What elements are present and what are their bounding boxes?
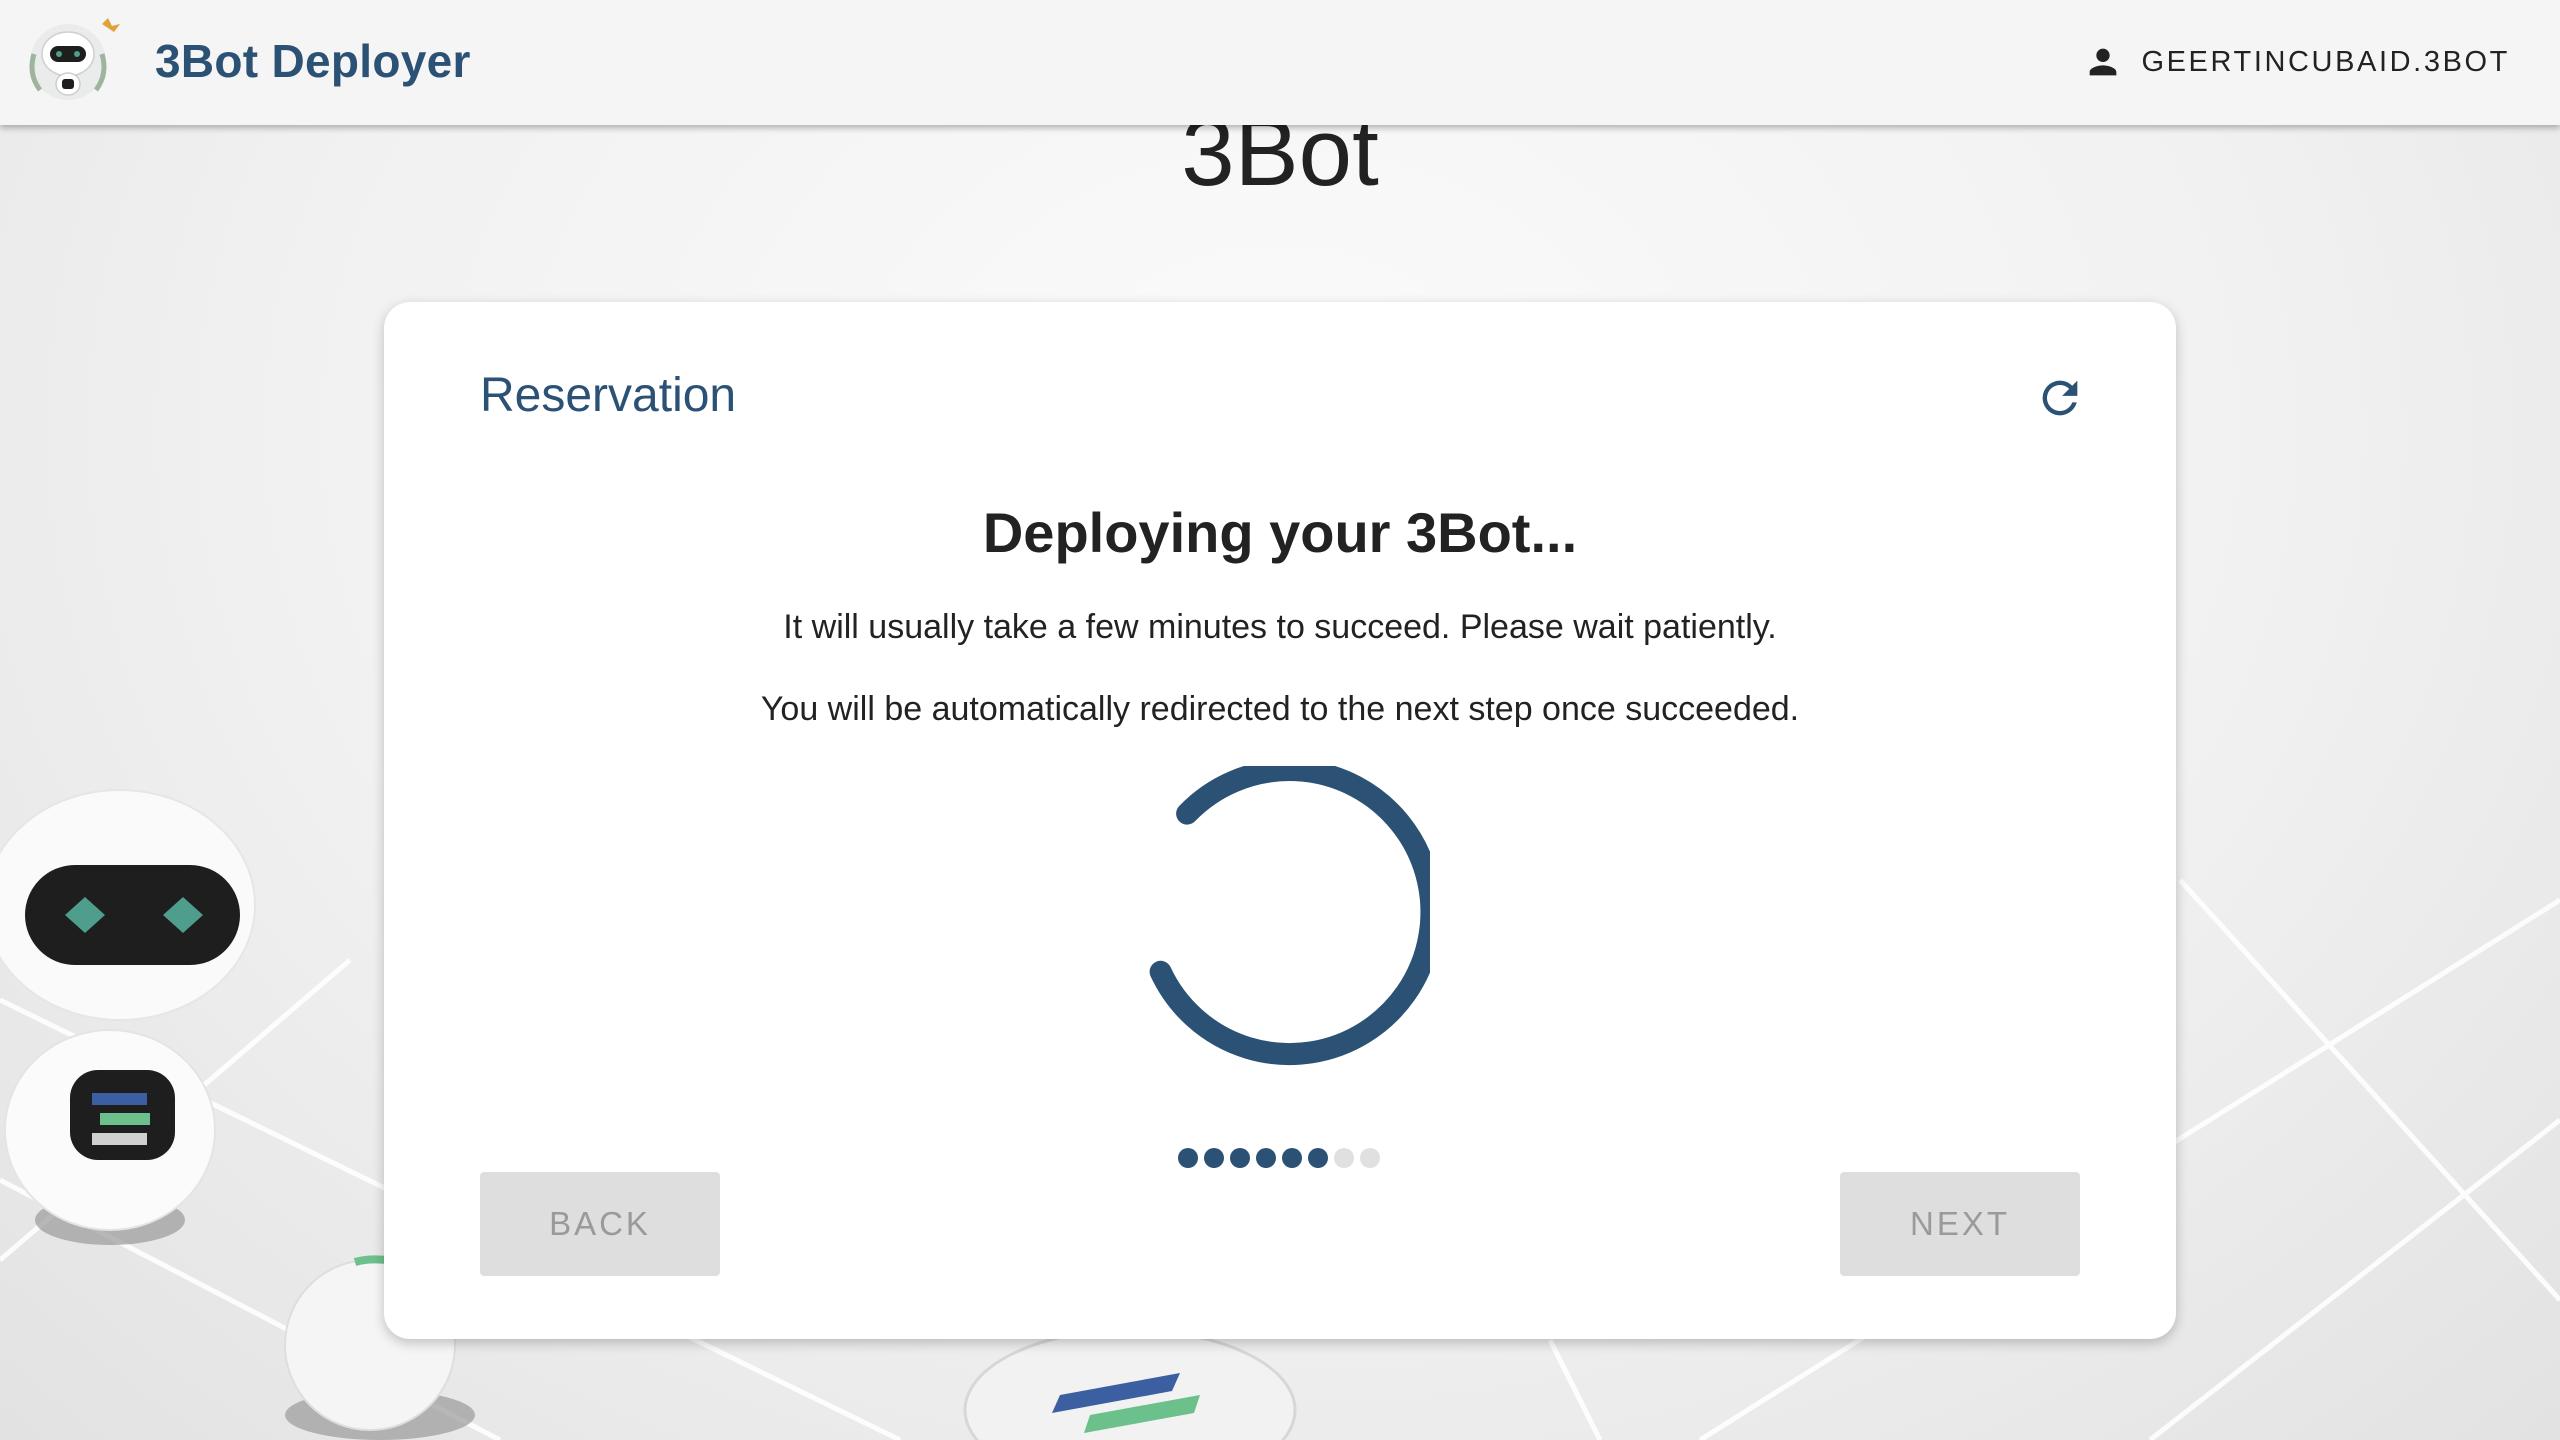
user-name: GEERTINCUBAID.3BOT — [2141, 45, 2510, 78]
app-header: 3Bot Deployer GEERTINCUBAID.3BOT — [0, 0, 2560, 125]
loading-spinner-icon — [1149, 766, 1430, 1066]
step-dot-pending — [1334, 1148, 1354, 1168]
refresh-icon[interactable] — [2034, 372, 2086, 424]
card-title: Reservation — [480, 369, 737, 422]
robot-logo-icon[interactable] — [26, 14, 122, 104]
user-menu[interactable]: GEERTINCUBAID.3BOT — [2083, 40, 2510, 84]
robot-head-decoration-icon — [0, 789, 256, 1021]
step-dot-complete — [1308, 1148, 1328, 1168]
wait-message: It will usually take a few minutes to su… — [783, 608, 1777, 646]
step-dot-complete — [1204, 1148, 1224, 1168]
robot-body-decoration-icon — [4, 1029, 216, 1245]
step-dot-complete — [1256, 1148, 1276, 1168]
step-dot-complete — [1230, 1148, 1250, 1168]
step-dot-complete — [1282, 1148, 1302, 1168]
next-button[interactable]: NEXT — [1840, 1172, 2080, 1276]
deploy-status-heading: Deploying your 3Bot... — [982, 501, 1578, 564]
redirect-message: You will be automatically redirected to … — [760, 690, 1800, 728]
person-icon — [2090, 48, 2117, 76]
app-title[interactable]: 3Bot Deployer — [155, 34, 471, 88]
step-dot-complete — [1178, 1148, 1198, 1168]
back-button[interactable]: BACK — [480, 1172, 720, 1276]
reservation-card: Reservation Deploying your 3Bot... It wi… — [384, 302, 2176, 1339]
step-dot-pending — [1360, 1148, 1380, 1168]
step-progress-indicator — [1178, 1148, 1380, 1168]
disc-decoration-icon — [963, 1330, 1297, 1440]
